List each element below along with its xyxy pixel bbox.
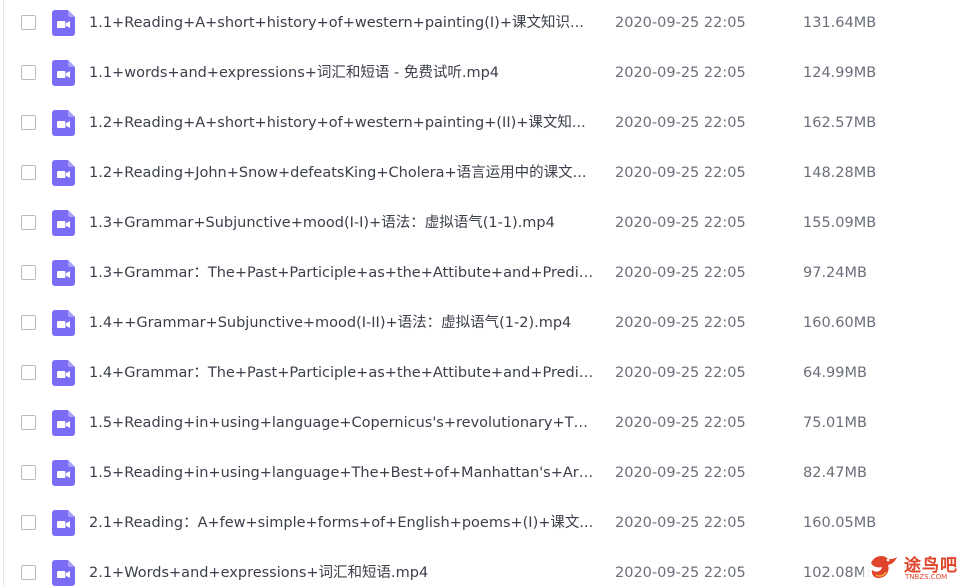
file-date: 2020-09-25 22:05: [615, 365, 746, 381]
file-size: 64.99MB: [803, 365, 867, 381]
video-file-icon: [52, 160, 75, 186]
file-name[interactable]: 1.4++Grammar+Subjunctive+mood(I-II)+语法：虚…: [89, 300, 594, 346]
file-row[interactable]: 1.4++Grammar+Subjunctive+mood(I-II)+语法：虚…: [0, 300, 970, 350]
site-watermark: 途鸟吧 TNBZS.COM: [864, 547, 966, 585]
video-file-icon: [52, 560, 75, 586]
file-size: 160.60MB: [803, 315, 877, 331]
row-checkbox[interactable]: [21, 515, 36, 530]
file-size: 131.64MB: [803, 15, 877, 31]
file-row[interactable]: 1.4+Grammar：The+Past+Participle+as+the+A…: [0, 350, 970, 400]
video-file-icon: [52, 260, 75, 286]
file-name[interactable]: 1.2+Reading+John+Snow+defeatsKing+Choler…: [89, 150, 594, 196]
file-date: 2020-09-25 22:05: [615, 415, 746, 431]
file-name[interactable]: 1.2+Reading+A+short+history+of+western+p…: [89, 100, 594, 146]
file-size: 82.47MB: [803, 465, 867, 481]
row-checkbox[interactable]: [21, 265, 36, 280]
file-size: 148.28MB: [803, 165, 877, 181]
file-date: 2020-09-25 22:05: [615, 65, 746, 81]
file-row[interactable]: 1.5+Reading+in+using+language+Copernicus…: [0, 400, 970, 450]
file-name[interactable]: 1.3+Grammar+Subjunctive+mood(I-I)+语法：虚拟语…: [89, 200, 594, 246]
file-name[interactable]: 1.5+Reading+in+using+language+Copernicus…: [89, 400, 594, 446]
row-checkbox[interactable]: [21, 165, 36, 180]
row-checkbox[interactable]: [21, 365, 36, 380]
row-checkbox[interactable]: [21, 215, 36, 230]
file-size: 97.24MB: [803, 265, 867, 281]
file-date: 2020-09-25 22:05: [615, 115, 746, 131]
row-checkbox[interactable]: [21, 15, 36, 30]
file-name[interactable]: 1.3+Grammar：The+Past+Participle+as+the+A…: [89, 250, 594, 296]
video-file-icon: [52, 460, 75, 486]
file-size: 124.99MB: [803, 65, 877, 81]
file-row[interactable]: 2.1+Words+and+expressions+词汇和短语.mp4 2020-…: [0, 550, 970, 587]
row-checkbox[interactable]: [21, 415, 36, 430]
file-list-window: 1.1+Reading+A+short+history+of+western+p…: [0, 0, 970, 587]
file-name[interactable]: 1.4+Grammar：The+Past+Participle+as+the+A…: [89, 350, 594, 396]
file-size: 162.57MB: [803, 115, 877, 131]
video-file-icon: [52, 10, 75, 36]
file-name[interactable]: 2.1+Reading：A+few+simple+forms+of+Englis…: [89, 500, 594, 546]
file-row[interactable]: 1.3+Grammar：The+Past+Participle+as+the+A…: [0, 250, 970, 300]
file-name[interactable]: 1.5+Reading+in+using+language+The+Best+o…: [89, 450, 594, 496]
file-date: 2020-09-25 22:05: [615, 265, 746, 281]
bird-logo-icon: [871, 555, 897, 579]
file-size: 75.01MB: [803, 415, 867, 431]
file-date: 2020-09-25 22:05: [615, 215, 746, 231]
file-row[interactable]: 1.5+Reading+in+using+language+The+Best+o…: [0, 450, 970, 500]
row-checkbox[interactable]: [21, 115, 36, 130]
video-file-icon: [52, 110, 75, 136]
video-file-icon: [52, 210, 75, 236]
row-checkbox[interactable]: [21, 65, 36, 80]
video-file-icon: [52, 410, 75, 436]
file-date: 2020-09-25 22:05: [615, 315, 746, 331]
file-row[interactable]: 1.2+Reading+John+Snow+defeatsKing+Choler…: [0, 150, 970, 200]
file-row[interactable]: 1.3+Grammar+Subjunctive+mood(I-I)+语法：虚拟语…: [0, 200, 970, 250]
row-checkbox[interactable]: [21, 315, 36, 330]
file-row[interactable]: 1.1+Reading+A+short+history+of+western+p…: [0, 0, 970, 50]
file-name[interactable]: 2.1+Words+and+expressions+词汇和短语.mp4: [89, 550, 594, 587]
file-row[interactable]: 1.1+words+and+expressions+词汇和短语 - 免费试听.m…: [0, 50, 970, 100]
video-file-icon: [52, 310, 75, 336]
file-date: 2020-09-25 22:05: [615, 515, 746, 531]
file-row[interactable]: 2.1+Reading：A+few+simple+forms+of+Englis…: [0, 500, 970, 550]
file-name[interactable]: 1.1+words+and+expressions+词汇和短语 - 免费试听.m…: [89, 50, 594, 96]
row-checkbox[interactable]: [21, 465, 36, 480]
file-row[interactable]: 1.2+Reading+A+short+history+of+western+p…: [0, 100, 970, 150]
video-file-icon: [52, 510, 75, 536]
watermark-url: TNBZS.COM: [905, 573, 948, 581]
file-size: 155.09MB: [803, 215, 877, 231]
file-name[interactable]: 1.1+Reading+A+short+history+of+western+p…: [89, 0, 594, 46]
file-date: 2020-09-25 22:05: [615, 165, 746, 181]
file-date: 2020-09-25 22:05: [615, 15, 746, 31]
file-date: 2020-09-25 22:05: [615, 465, 746, 481]
file-size: 160.05MB: [803, 515, 877, 531]
video-file-icon: [52, 360, 75, 386]
file-date: 2020-09-25 22:05: [615, 565, 746, 581]
video-file-icon: [52, 60, 75, 86]
row-checkbox[interactable]: [21, 565, 36, 580]
